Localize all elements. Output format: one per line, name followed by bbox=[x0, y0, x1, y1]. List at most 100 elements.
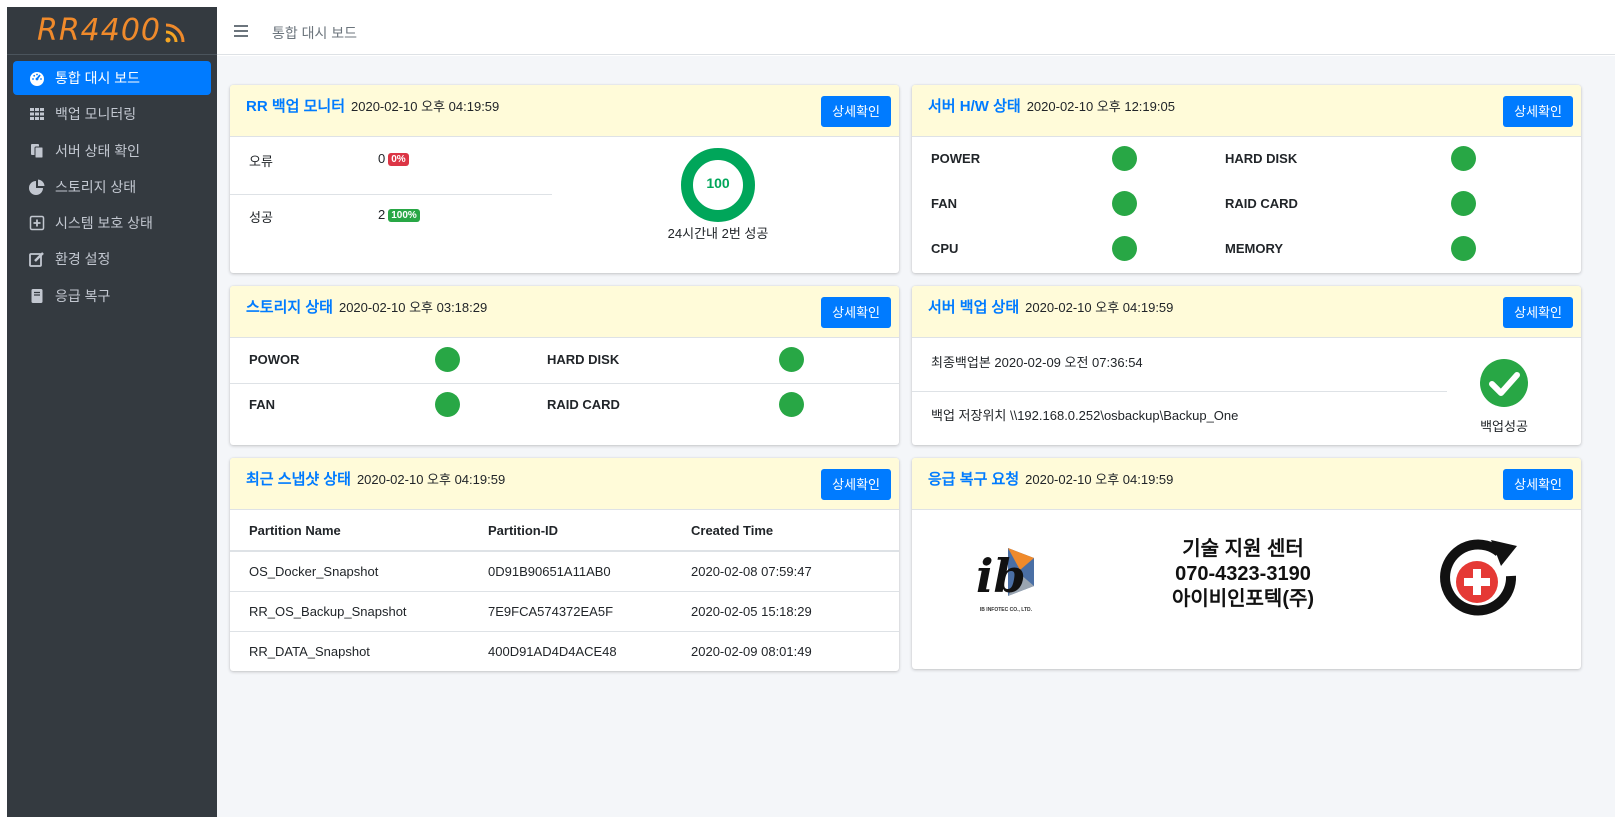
ib-infotec-logo: ib IB INFOTEC CO., LTD. bbox=[970, 540, 1042, 620]
status-ok-indicator bbox=[1112, 236, 1137, 261]
table-cell: 2020-02-09 08:01:49 bbox=[691, 643, 812, 659]
breadcrumb: 통합 대시 보드 bbox=[272, 24, 358, 41]
status-ok-indicator bbox=[779, 347, 804, 372]
recovery-request-card: 응급 복구 요청 2020-02-10 오후 04:19:59 상세확인 ib I… bbox=[912, 458, 1581, 669]
menu-toggle-icon[interactable] bbox=[234, 24, 248, 37]
svg-text:ib: ib bbox=[976, 549, 1026, 600]
detail-button[interactable]: 상세확인 bbox=[821, 469, 891, 500]
status-ok-indicator bbox=[435, 347, 460, 372]
card-title: 스토리지 상태 2020-02-10 오후 03:18:29 bbox=[246, 299, 488, 316]
error-percent-badge: 0% bbox=[388, 153, 409, 166]
hw-label-memory: MEMORY bbox=[1225, 241, 1284, 256]
support-center-info: 기술 지원 센터 070-4323-3190 아이비인포텍(주) bbox=[1132, 537, 1354, 612]
backup-status-text: 백업성공 bbox=[1480, 419, 1528, 434]
card-title: RR 백업 모니터 2020-02-10 오후 04:19:59 bbox=[246, 98, 500, 115]
sidebar: RR4400 통합 대시 보드 백업 모니터링 서버 상태 확인 스토리지 상태… bbox=[7, 7, 217, 817]
ib-logo-icon: ib bbox=[976, 548, 1034, 603]
logo-caption: IB INFOTEC CO., LTD. bbox=[979, 607, 1033, 613]
dashboard-icon bbox=[29, 70, 45, 86]
table-cell: RR_OS_Backup_Snapshot bbox=[230, 591, 469, 632]
column-header: Created Time bbox=[672, 510, 899, 552]
brand-name: RR4400 bbox=[36, 13, 162, 48]
card-timestamp: 2020-02-10 오후 04:19:59 bbox=[351, 99, 500, 114]
sidebar-item-settings[interactable]: 환경 설정 bbox=[13, 242, 211, 276]
error-label: 오류 bbox=[249, 154, 273, 169]
success-label: 성공 bbox=[249, 210, 273, 225]
sidebar-item-server-status[interactable]: 서버 상태 확인 bbox=[13, 134, 211, 168]
status-ok-indicator bbox=[1451, 191, 1476, 216]
status-ok-indicator bbox=[1451, 146, 1476, 171]
sidebar-item-label: 응급 복구 bbox=[55, 287, 111, 304]
sidebar-item-emergency-recovery[interactable]: 응급 복구 bbox=[13, 279, 211, 313]
sidebar-item-backup-monitoring[interactable]: 백업 모니터링 bbox=[13, 97, 211, 131]
success-count: 2 100% bbox=[378, 207, 420, 222]
sidebar-item-label: 스토리지 상태 bbox=[55, 178, 137, 195]
status-ok-indicator bbox=[1451, 236, 1476, 261]
storage-label-power: POWOR bbox=[249, 352, 300, 367]
table-cell: 7E9FCA574372EA5F bbox=[469, 591, 672, 632]
table-cell: 2020-02-05 15:18:29 bbox=[672, 591, 899, 632]
grid-icon bbox=[29, 106, 45, 122]
table-cell: 2020-02-08 07:59:47 bbox=[672, 551, 899, 592]
sidebar-item-storage-status[interactable]: 스토리지 상태 bbox=[13, 170, 211, 204]
detail-button[interactable]: 상세확인 bbox=[821, 297, 891, 328]
server-backup-card: 서버 백업 상태 2020-02-10 오후 04:19:59 상세확인 최종백업… bbox=[912, 286, 1581, 445]
card-title: 서버 백업 상태 2020-02-10 오후 04:19:59 bbox=[928, 299, 1174, 316]
gauge-value: 100 bbox=[706, 175, 730, 191]
table-cell: 0D91B90651A11AB0 bbox=[469, 551, 672, 592]
card-timestamp: 2020-02-10 오후 04:19:59 bbox=[1025, 472, 1174, 487]
wifi-signal-icon bbox=[165, 23, 185, 42]
main-content: RR 백업 모니터 2020-02-10 오후 04:19:59 상세확인 오류 … bbox=[217, 56, 1615, 817]
detail-button[interactable]: 상세확인 bbox=[1503, 469, 1573, 500]
table-cell: OS_Docker_Snapshot bbox=[230, 551, 469, 592]
status-ok-indicator bbox=[1112, 146, 1137, 171]
top-navbar: 통합 대시 보드 bbox=[217, 7, 1615, 55]
sidebar-item-label: 통합 대시 보드 bbox=[55, 70, 141, 86]
column-header: Partition-ID bbox=[469, 510, 672, 552]
table-cell: 400D91AD4D4ACE48 bbox=[488, 643, 617, 659]
table-header-row: Partition Name Partition-ID Created Time bbox=[230, 510, 899, 552]
error-count: 0 0% bbox=[378, 151, 409, 166]
table-row: RR_DATA_Snapshot 400D91AD4D4ACE48 2020-0… bbox=[230, 631, 899, 671]
hw-label-power: POWER bbox=[931, 151, 981, 166]
gauge-caption: 24시간내 2번 성공 bbox=[667, 226, 769, 241]
pie-chart-icon bbox=[29, 179, 45, 195]
storage-label-hard-disk: HARD DISK bbox=[547, 352, 620, 367]
hw-label-raid-card: RAID CARD bbox=[1225, 196, 1298, 211]
table-cell: RR_DATA_Snapshot bbox=[249, 643, 370, 659]
table-row: RR_OS_Backup_Snapshot 7E9FCA574372EA5F 2… bbox=[230, 591, 899, 632]
sidebar-item-system-protection[interactable]: 시스템 보호 상태 bbox=[13, 206, 211, 240]
status-ok-indicator bbox=[435, 392, 460, 417]
detail-button[interactable]: 상세확인 bbox=[1503, 96, 1573, 127]
snapshot-table: Partition Name Partition-ID Created Time… bbox=[230, 510, 899, 671]
status-ok-indicator bbox=[779, 392, 804, 417]
storage-status-card: 스토리지 상태 2020-02-10 오후 03:18:29 상세확인 POWOR… bbox=[230, 286, 899, 445]
book-icon bbox=[29, 288, 45, 304]
copy-icon bbox=[29, 143, 45, 159]
brand-logo[interactable]: RR4400 bbox=[7, 7, 217, 55]
table-row: OS_Docker_Snapshot 0D91B90651A11AB0 2020… bbox=[230, 551, 899, 592]
detail-button[interactable]: 상세확인 bbox=[1503, 297, 1573, 328]
snapshot-status-card: 최근 스냅샷 상태 2020-02-10 오후 04:19:59 상세확인 Par… bbox=[230, 458, 899, 671]
sidebar-item-label: 백업 모니터링 bbox=[55, 106, 137, 123]
column-header: Partition Name bbox=[230, 510, 469, 552]
hw-label-cpu: CPU bbox=[931, 241, 959, 256]
support-center-phone: 070-4323-3190 bbox=[1175, 563, 1311, 585]
server-hw-card: 서버 H/W 상태 2020-02-10 오후 12:19:05 상세확인 POW… bbox=[912, 85, 1581, 273]
hw-label-fan: FAN bbox=[931, 196, 957, 211]
emergency-recovery-icon[interactable] bbox=[1439, 538, 1521, 620]
sidebar-item-dashboard[interactable]: 통합 대시 보드 bbox=[13, 61, 211, 95]
support-center-company: 아이비인포텍(주) bbox=[1171, 588, 1315, 610]
storage-label-fan: FAN bbox=[249, 397, 275, 412]
success-percent-badge: 100% bbox=[388, 209, 420, 222]
support-center-title: 기술 지원 센터 bbox=[1182, 538, 1304, 560]
hw-label-hard-disk: HARD DISK bbox=[1225, 151, 1298, 166]
edit-icon bbox=[29, 251, 45, 268]
detail-button[interactable]: 상세확인 bbox=[821, 96, 891, 127]
storage-label-raid-card: RAID CARD bbox=[547, 397, 620, 412]
card-title: 서버 H/W 상태 2020-02-10 오후 12:19:05 bbox=[928, 98, 1175, 115]
sidebar-item-label: 서버 상태 확인 bbox=[55, 142, 141, 159]
sidebar-nav: 통합 대시 보드 백업 모니터링 서버 상태 확인 스토리지 상태 시스템 보호… bbox=[7, 55, 217, 313]
card-title: 응급 복구 요청 2020-02-10 오후 04:19:59 bbox=[928, 471, 1174, 488]
card-title: 최근 스냅샷 상태 2020-02-10 오후 04:19:59 bbox=[246, 471, 506, 488]
